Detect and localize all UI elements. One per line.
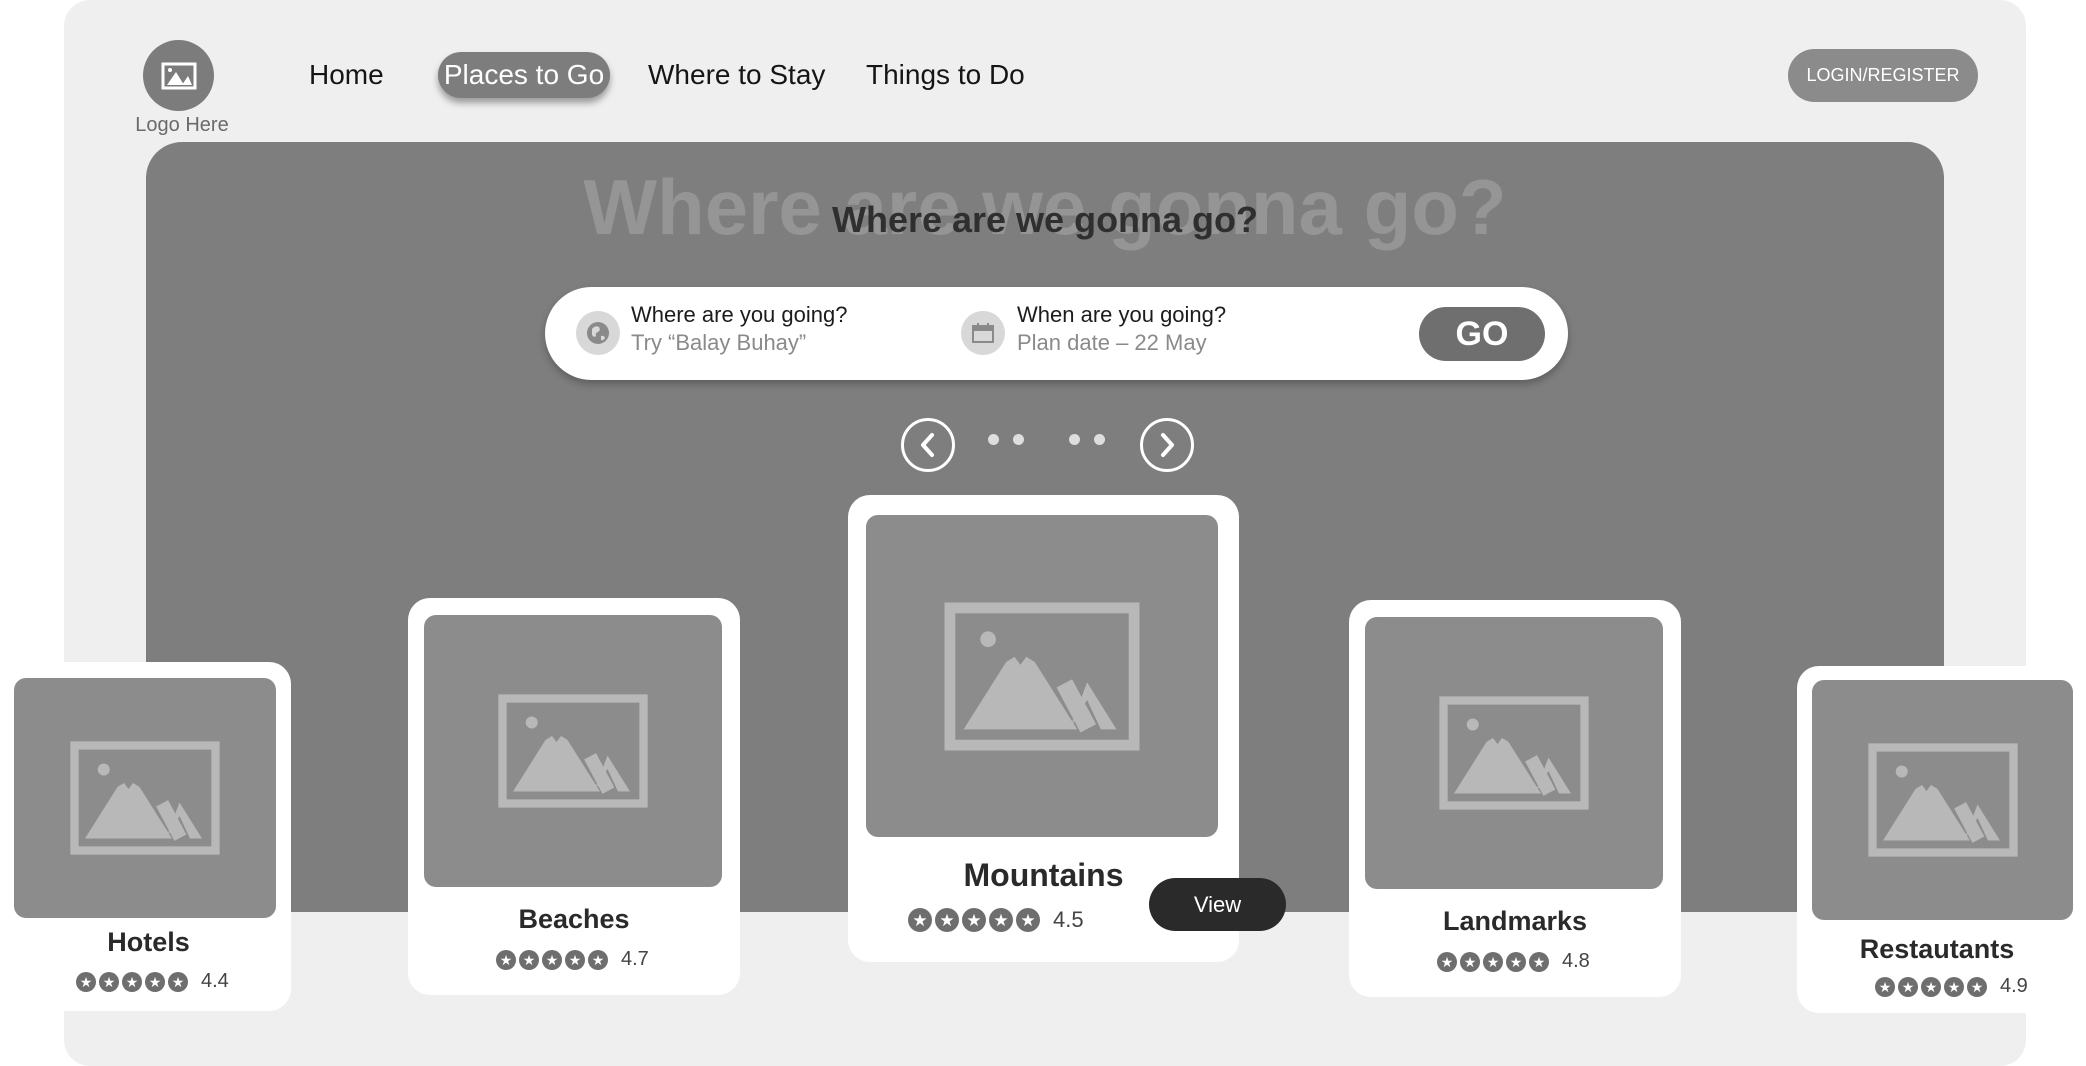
star-icon: ★ (496, 949, 516, 970)
calendar-icon (961, 311, 1005, 355)
star-icon: ★ (542, 949, 562, 970)
star-icon: ★ (519, 949, 539, 970)
star-icon: ★ (1460, 951, 1480, 972)
star-icon: ★ (99, 971, 119, 992)
star-icon: ★ (989, 908, 1013, 932)
card-title: Restautants (1859, 934, 2015, 964)
star-icon: ★ (168, 971, 188, 992)
star-icon: ★ (1898, 976, 1918, 997)
hero-title: Where are we gonna go? (831, 199, 1259, 240)
login-register-button[interactable]: LOGIN/REGISTER (1788, 49, 1978, 102)
where-label: Where are you going? (631, 302, 848, 327)
carousel-prev-button[interactable] (901, 418, 955, 472)
view-button[interactable]: View (1149, 878, 1286, 931)
image-placeholder-icon (70, 741, 220, 855)
logo-text: Logo Here (135, 114, 229, 136)
chevron-right-icon (1161, 433, 1174, 457)
star-icon: ★ (1875, 976, 1895, 997)
where-input[interactable]: Try “Balay Buhay” (631, 330, 806, 356)
star-icon: ★ (962, 908, 986, 932)
star-icon: ★ (1506, 951, 1526, 972)
when-label: When are you going? (1017, 302, 1227, 327)
carousel-dot[interactable] (1069, 434, 1080, 445)
rating-value: 4.4 (201, 970, 229, 992)
card-image (424, 615, 722, 887)
star-icon: ★ (1016, 908, 1040, 932)
star-icon: ★ (1967, 976, 1987, 997)
logo[interactable] (143, 40, 214, 111)
image-placeholder-icon (1439, 696, 1589, 810)
carousel-dot[interactable] (1094, 434, 1105, 445)
carousel-dot[interactable] (988, 434, 999, 445)
star-icon: ★ (1921, 976, 1941, 997)
card-rating: ★ ★ ★ ★ ★ 4.4 (76, 970, 229, 993)
nav-things-to-do[interactable]: Things to Do (866, 52, 1025, 98)
carousel-dot[interactable] (1013, 434, 1024, 445)
star-icon: ★ (1483, 951, 1503, 972)
star-icon: ★ (122, 971, 142, 992)
card-rating: ★ ★ ★ ★ ★ 4.8 (1437, 950, 1590, 973)
nav-places-to-go[interactable]: Places to Go (438, 52, 610, 98)
image-placeholder-icon (944, 602, 1140, 750)
rating-value: 4.7 (621, 948, 649, 970)
card-image (866, 515, 1218, 837)
go-button[interactable]: GO (1419, 307, 1545, 361)
card-rating: ★ ★ ★ ★ ★ 4.9 (1875, 975, 2028, 998)
card-rating: ★ ★ ★ ★ ★ 4.5 (908, 907, 1084, 933)
rating-value: 4.8 (1562, 950, 1590, 972)
card-title: Landmarks (1442, 906, 1588, 936)
search-bar: Where are you going? Try “Balay Buhay” W… (545, 287, 1568, 380)
star-icon: ★ (908, 908, 932, 932)
card-rating: ★ ★ ★ ★ ★ 4.7 (496, 948, 649, 971)
card-title: Beaches (518, 904, 630, 934)
star-icon: ★ (1529, 951, 1549, 972)
card-restaurants[interactable]: Restautants ★ ★ ★ ★ ★ 4.9 (1797, 666, 2077, 1013)
star-icon: ★ (76, 971, 96, 992)
nav-where-to-stay[interactable]: Where to Stay (648, 52, 825, 98)
image-placeholder-icon (498, 694, 648, 808)
image-placeholder-icon (161, 62, 196, 89)
star-icon: ★ (588, 949, 608, 970)
card-beaches[interactable]: Beaches ★ ★ ★ ★ ★ 4.7 (408, 598, 740, 995)
card-image (1365, 617, 1663, 889)
image-placeholder-icon (1867, 743, 2018, 857)
when-input[interactable]: Plan date – 22 May (1017, 330, 1207, 356)
star-icon: ★ (1944, 976, 1964, 997)
carousel-next-button[interactable] (1140, 418, 1194, 472)
rating-value: 4.5 (1053, 907, 1084, 932)
nav-home[interactable]: Home (309, 52, 384, 98)
card-landmarks[interactable]: Landmarks ★ ★ ★ ★ ★ 4.8 (1349, 600, 1681, 997)
globe-icon (576, 311, 620, 355)
card-image (1812, 680, 2073, 920)
card-title: Hotels (107, 927, 190, 957)
rating-value: 4.9 (2000, 975, 2028, 997)
chevron-left-icon (921, 433, 934, 457)
card-image (14, 678, 276, 918)
star-icon: ★ (1437, 951, 1457, 972)
star-icon: ★ (565, 949, 585, 970)
star-icon: ★ (145, 971, 165, 992)
star-icon: ★ (935, 908, 959, 932)
card-hotels[interactable]: Hotels ★ ★ ★ ★ ★ 4.4 (6, 662, 291, 1011)
